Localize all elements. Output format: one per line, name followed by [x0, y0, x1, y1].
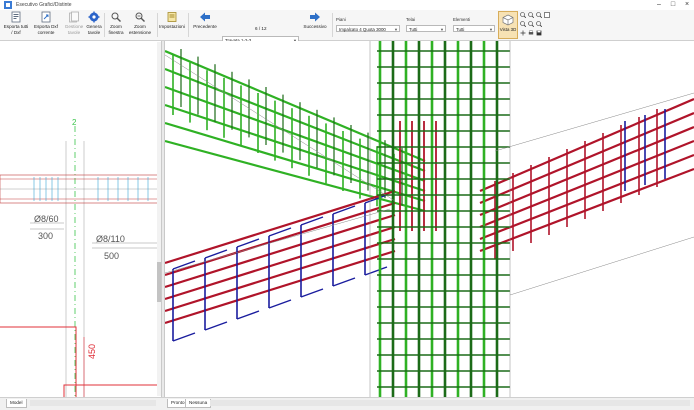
ribbon-separator [188, 13, 189, 37]
vertical-dimension: 450 [87, 344, 97, 359]
red-longitudinal-bar [479, 125, 694, 217]
zoom-extents-button[interactable]: Zoom estensione [127, 11, 153, 35]
view-tools-grid [520, 12, 554, 38]
generate-gear-icon [88, 11, 100, 23]
view-3d-button[interactable]: Vista 3D [498, 11, 518, 39]
export-all-button[interactable]: Esporta tutti / Dxf [3, 11, 29, 35]
red-longitudinal-bar [165, 237, 396, 313]
print-icon[interactable] [528, 30, 534, 36]
red-longitudinal-bar [165, 249, 396, 325]
zoom-window-icon [111, 12, 121, 22]
blue-stirrup [364, 266, 388, 276]
zoom-scale-icon[interactable] [536, 21, 542, 27]
rebar-3d-model [165, 41, 694, 397]
minimize-button[interactable]: – [652, 0, 666, 10]
maximize-button[interactable]: □ [666, 0, 680, 10]
concrete-outline [165, 41, 694, 397]
sheets-icon [69, 11, 79, 23]
app-icon [4, 1, 12, 9]
element-counter: 6 / 12 [255, 26, 267, 31]
left-horizontal-scrollbar[interactable] [30, 400, 156, 406]
status-bar: Model Pronto Nessuna [0, 397, 694, 410]
blue-stirrup [204, 321, 228, 331]
export-all-icon [11, 11, 21, 23]
window-view-icon[interactable] [544, 12, 550, 18]
green-longitudinal-bar [165, 139, 426, 213]
zoom-in-icon[interactable] [520, 12, 526, 18]
settings-button[interactable]: Impostazioni [158, 11, 186, 30]
zoom-previous-icon[interactable] [520, 21, 526, 27]
red-longitudinal-bar [479, 153, 694, 241]
length-right: 500 [104, 251, 119, 261]
zoom-realtime-icon[interactable] [536, 12, 542, 18]
frames-select[interactable]: Tutti ▼ [406, 25, 446, 32]
window-title: Esecutivo Grafici/Distinte [16, 2, 72, 8]
blue-stirrup [300, 216, 324, 226]
red-longitudinal-bar [479, 167, 694, 253]
arrow-right-icon [310, 12, 320, 22]
zoom-window-button[interactable]: Zoom finestra [106, 11, 126, 35]
blue-stirrup [332, 277, 356, 287]
generate-sheets-button[interactable]: Genera tavole [86, 11, 102, 35]
red-longitudinal-bar [479, 111, 694, 205]
save-icon[interactable] [536, 30, 542, 36]
blue-stirrup [236, 310, 260, 320]
export-current-button[interactable]: Esporta Dxf corrente [31, 11, 61, 35]
manage-sheets-button[interactable]: Gestione tavole [62, 11, 86, 35]
chevron-down-icon: ▼ [394, 27, 398, 32]
red-longitudinal-bar [479, 139, 694, 229]
stirrup-spec-right: Ø8/110 [96, 234, 125, 244]
chevron-down-icon: ▼ [440, 27, 444, 32]
close-button[interactable]: × [680, 0, 694, 10]
frames-label: Telai [406, 17, 416, 22]
green-longitudinal-bar [165, 103, 426, 193]
pan-icon[interactable] [520, 30, 526, 36]
tab-model[interactable]: Model [6, 399, 27, 408]
red-longitudinal-bar [479, 97, 694, 193]
red-longitudinal-bar [165, 201, 396, 277]
settings-icon [167, 12, 177, 22]
rebar-3d-viewport[interactable] [165, 41, 694, 397]
arrow-left-icon [200, 12, 210, 22]
section-drawing: 2 Ø8/60 300 Ø8/110 500 450 [0, 118, 160, 397]
floors-label: Piani [336, 17, 346, 22]
blue-stirrup [172, 332, 196, 342]
previous-button[interactable]: Precedente [191, 11, 219, 30]
viewport-horizontal-scrollbar[interactable] [210, 400, 690, 406]
red-longitudinal-bar [165, 189, 396, 265]
chevron-down-icon: ▼ [489, 27, 493, 32]
red-longitudinal-bar [165, 213, 396, 289]
elements-select[interactable]: Tutti ▼ [453, 25, 495, 32]
concrete-edge [509, 236, 694, 296]
floors-select[interactable]: Impalcato 4 Quota 3000 ▼ [336, 25, 400, 32]
section-drawing-pane[interactable]: 2 Ø8/60 300 Ø8/110 500 450 [0, 41, 161, 397]
ribbon-toolbar: Esporta tutti / Dxf Esporta Dxf corrente… [0, 10, 694, 43]
column-green-rebars [377, 41, 510, 397]
elements-label: Elementi [453, 17, 471, 22]
blue-stirrup [268, 299, 292, 309]
ribbon-separator [332, 13, 333, 37]
cube-3d-icon [502, 14, 514, 26]
stirrup-spec-left: Ø8/60 [34, 214, 59, 224]
zoom-all-icon[interactable] [528, 21, 534, 27]
axis-label: 2 [72, 118, 77, 127]
length-left: 300 [38, 231, 53, 241]
status-selection: Nessuna [185, 399, 212, 408]
blue-stirrup [300, 288, 324, 298]
zoom-extents-icon [135, 12, 145, 22]
next-button[interactable]: Successivo [301, 11, 329, 30]
zoom-out-icon[interactable] [528, 12, 534, 18]
ribbon-separator [104, 13, 105, 37]
green-longitudinal-bar [165, 67, 426, 173]
export-dxf-icon [41, 11, 51, 23]
concrete-edge [165, 54, 396, 202]
